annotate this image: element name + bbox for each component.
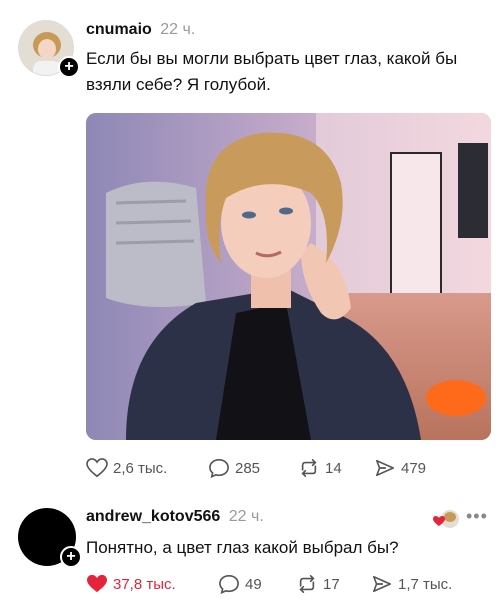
- comment-reply-count: 49: [245, 575, 262, 593]
- comment-repost-count: 17: [323, 575, 340, 593]
- comment-like-button[interactable]: 37,8 тыс.: [86, 574, 176, 594]
- repost-icon: [299, 575, 315, 593]
- comment-button[interactable]: 285: [208, 458, 260, 478]
- share-count: 479: [401, 459, 427, 477]
- commenter-avatar[interactable]: +: [18, 508, 82, 568]
- author-name[interactable]: cnumaio: [86, 21, 152, 38]
- repost-count: 14: [325, 459, 342, 477]
- follow-plus-icon[interactable]: +: [58, 56, 80, 78]
- post-text: Если бы вы могли выбрать цвет глаз, како…: [86, 49, 458, 94]
- liked-by-author-avatar: [432, 505, 460, 533]
- comment-icon: [209, 458, 229, 478]
- comment-count: 285: [235, 459, 261, 477]
- comment-time: 22 ч.: [228, 508, 264, 525]
- post-photo[interactable]: [86, 113, 491, 440]
- comment-icon: [219, 574, 239, 594]
- follow-plus-icon[interactable]: +: [60, 546, 82, 568]
- post-time: 22 ч.: [160, 21, 196, 38]
- more-options-icon[interactable]: •••: [466, 506, 488, 527]
- like-button[interactable]: 2,6 тыс.: [86, 458, 167, 478]
- share-button[interactable]: 479: [374, 458, 426, 478]
- post-header: cnumaio 22 ч.: [86, 21, 195, 39]
- comment-like-count: 37,8 тыс.: [113, 575, 176, 593]
- like-count: 2,6 тыс.: [113, 459, 168, 477]
- comment-text: Понятно, а цвет глаз какой выбрал бы?: [86, 538, 399, 557]
- commenter-name[interactable]: andrew_kotov566: [86, 508, 220, 525]
- share-icon: [376, 459, 394, 477]
- comment-header: andrew_kotov566 22 ч.: [86, 508, 264, 526]
- comment-share-count: 1,7 тыс.: [398, 575, 453, 593]
- heart-icon: [87, 574, 107, 593]
- comment-repost-button[interactable]: 17: [296, 574, 340, 594]
- comment-share-button[interactable]: 1,7 тыс.: [371, 574, 452, 594]
- repost-button[interactable]: 14: [298, 458, 342, 478]
- comment-reply-button[interactable]: 49: [218, 574, 262, 594]
- post-actions: 2,6 тыс. 285 14 479: [86, 458, 486, 484]
- heart-icon: [86, 458, 108, 478]
- repost-icon: [301, 459, 317, 477]
- share-icon: [373, 575, 391, 593]
- author-avatar[interactable]: +: [18, 20, 80, 78]
- comment-actions: 37,8 тыс. 49 17 1,7 тыс.: [86, 574, 486, 600]
